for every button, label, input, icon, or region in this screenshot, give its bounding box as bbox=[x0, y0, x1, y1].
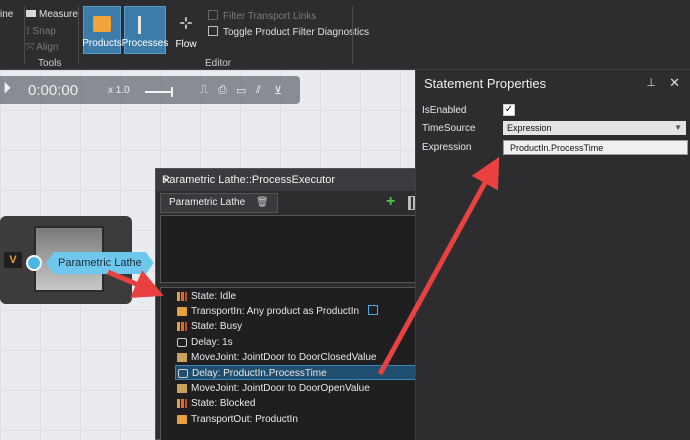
time-source-value: Expression bbox=[507, 123, 552, 133]
simulation-time-bar: ⏵ 0:00:00 x 1.0 ⎍ ⎙ ▭ ⫽ ⊻ bbox=[0, 76, 300, 104]
statement-label: MoveJoint: JointDoor to DoorClosedValue bbox=[191, 352, 377, 363]
expression-label: Expression bbox=[422, 142, 472, 153]
expression-field[interactable]: ProductIn.ProcessTime bbox=[503, 140, 688, 155]
statement-label: TransportOut: ProductIn bbox=[191, 414, 298, 425]
time-source-select[interactable]: Expression ▼ bbox=[503, 121, 686, 135]
render-icon[interactable]: ⫽ bbox=[256, 84, 261, 97]
statement-label: State: Busy bbox=[191, 321, 243, 332]
product-filter-icon[interactable] bbox=[367, 305, 378, 315]
measure-label: Measure bbox=[39, 9, 78, 20]
statement-label: TransportIn: Any product as ProductIn bbox=[191, 306, 360, 317]
sim-speed[interactable]: x 1.0 bbox=[108, 85, 130, 96]
pdf-icon[interactable]: ⎙ bbox=[218, 84, 227, 97]
toggle-product-filter-label: Toggle Product Filter Diagnostics bbox=[223, 27, 370, 38]
is-enabled-label: IsEnabled bbox=[422, 105, 467, 116]
statement-item[interactable]: State: Idle bbox=[175, 289, 417, 304]
ribbon-separator bbox=[352, 6, 353, 64]
snap-button[interactable]: ⟟ Snap bbox=[26, 26, 56, 37]
statement-item[interactable]: MoveJoint: JointDoor to DoorClosedValue bbox=[175, 350, 417, 365]
snap-label: Snap bbox=[32, 26, 56, 37]
products-icon bbox=[93, 16, 111, 32]
align-label: Align bbox=[36, 42, 59, 53]
tools-group-label: Tools bbox=[38, 58, 62, 69]
statement-label: MoveJoint: JointDoor to DoorOpenValue bbox=[191, 383, 370, 394]
ribbon-left-item[interactable]: ine bbox=[0, 9, 13, 20]
flow-button[interactable]: ⊹ Flow bbox=[170, 6, 202, 54]
is-enabled-checkbox[interactable]: ✓ bbox=[503, 104, 515, 116]
lathe-label[interactable]: Parametric Lathe bbox=[46, 252, 154, 274]
transport-icon bbox=[177, 415, 187, 424]
camera-icon[interactable]: ▭ bbox=[236, 84, 246, 97]
align-button[interactable]: ⤧ Align bbox=[26, 42, 58, 53]
statement-label: State: Idle bbox=[191, 291, 237, 302]
statement-item[interactable]: TransportIn: Any product as ProductIn bbox=[175, 304, 417, 319]
sim-time: 0:00:00 bbox=[28, 82, 79, 99]
chevron-down-icon: ▼ bbox=[674, 123, 682, 132]
processes-icon bbox=[138, 16, 152, 34]
state-icon bbox=[177, 292, 187, 301]
align-icon: ⤧ bbox=[26, 42, 37, 53]
record-icon[interactable]: ⎍ bbox=[200, 84, 208, 97]
toggle-product-filter-toggle[interactable]: Toggle Product Filter Diagnostics bbox=[208, 26, 369, 38]
processes-button[interactable]: Processes bbox=[121, 6, 169, 54]
hourglass-icon bbox=[178, 369, 188, 378]
statement-item[interactable]: TransportOut: ProductIn bbox=[175, 412, 417, 427]
statement-item[interactable]: MoveJoint: JointDoor to DoorOpenValue bbox=[175, 381, 417, 396]
ribbon: ine Measure ⟟ Snap ⤧ Align Tools Product… bbox=[0, 0, 690, 70]
statement-item[interactable]: Delay: 1s bbox=[175, 335, 417, 350]
statement-label: Delay: ProductIn.ProcessTime bbox=[192, 368, 327, 379]
statement-item[interactable]: State: Blocked bbox=[175, 396, 417, 411]
time-source-label: TimeSource bbox=[422, 123, 476, 134]
filter-transport-links-toggle[interactable]: Filter Transport Links bbox=[208, 10, 316, 22]
process-executor-handle[interactable] bbox=[26, 255, 42, 271]
products-label: Products bbox=[82, 38, 122, 49]
statement-label: Delay: 1s bbox=[191, 337, 233, 348]
statement-properties-panel: Statement Properties ⊥ ✕ IsEnabled ✓ Tim… bbox=[415, 70, 690, 440]
flow-label: Flow bbox=[175, 39, 197, 50]
speed-slider[interactable] bbox=[145, 86, 173, 98]
products-button[interactable]: Products bbox=[82, 6, 122, 54]
hourglass-icon bbox=[177, 338, 187, 347]
transport-icon bbox=[177, 307, 187, 316]
flow-icon: ⊹ bbox=[179, 15, 193, 32]
joint-icon bbox=[177, 384, 187, 393]
joint-icon bbox=[177, 353, 187, 362]
ribbon-separator bbox=[24, 6, 25, 64]
pin-icon[interactable]: ⊥ bbox=[646, 76, 656, 89]
statement-item-selected[interactable]: Delay: ProductIn.ProcessTime bbox=[175, 365, 417, 380]
play-icon[interactable]: ⏵ bbox=[3, 80, 11, 98]
ribbon-separator bbox=[78, 6, 79, 64]
filter-transport-links-label: Filter Transport Links bbox=[223, 11, 317, 22]
ruler-icon bbox=[26, 10, 36, 17]
properties-title: Statement Properties bbox=[424, 76, 547, 91]
vr-icon[interactable]: ⊻ bbox=[274, 84, 282, 97]
measure-button[interactable]: Measure bbox=[26, 9, 78, 20]
toggle-filter-checkbox[interactable] bbox=[208, 26, 218, 36]
processes-label: Processes bbox=[121, 38, 169, 49]
statement-label: State: Blocked bbox=[191, 398, 256, 409]
close-icon[interactable]: ✕ bbox=[669, 75, 680, 91]
lathe-logo-icon: V bbox=[4, 252, 22, 268]
state-icon bbox=[177, 399, 187, 408]
state-icon bbox=[177, 322, 187, 331]
statement-item[interactable]: State: Busy bbox=[175, 319, 417, 334]
editor-group-label: Editor bbox=[205, 58, 232, 69]
filter-checkbox[interactable] bbox=[208, 10, 218, 20]
